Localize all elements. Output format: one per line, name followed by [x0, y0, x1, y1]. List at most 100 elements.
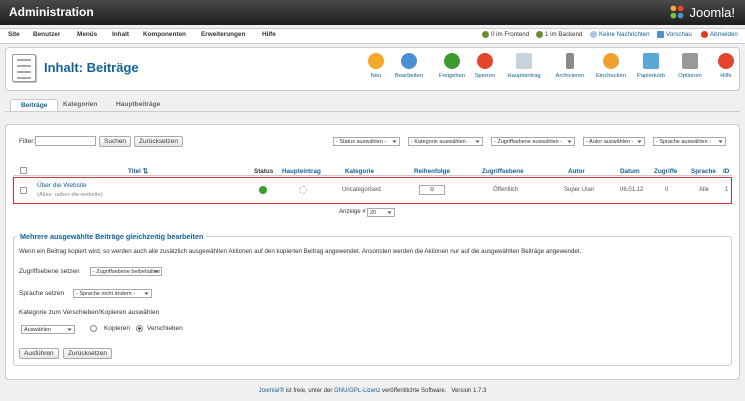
- menu-site[interactable]: Site: [8, 31, 20, 38]
- license-link[interactable]: GNU/GPL-Lizenz: [334, 388, 380, 394]
- category-select[interactable]: - Kategorie auswählen -: [408, 137, 483, 146]
- col-title[interactable]: Titel ⇅: [128, 168, 148, 175]
- filter-label: Filter:: [19, 138, 36, 145]
- batch-submit-button[interactable]: Ausführen: [19, 348, 59, 359]
- col-category[interactable]: Kategorie: [345, 168, 374, 175]
- col-id[interactable]: ID: [723, 168, 729, 175]
- table-header-divider: [13, 175, 732, 176]
- batch-language-label: Sprache setzen: [19, 290, 65, 297]
- article-access: Öffentlich: [493, 187, 519, 193]
- batch-legend: Mehrere ausgewählte Beiträge gleichzeiti…: [17, 232, 207, 241]
- frontend-status: 0 im Frontend: [482, 31, 529, 38]
- users-icon: [536, 31, 543, 38]
- tab-categories[interactable]: Kategorien: [53, 99, 107, 110]
- menu-hilfe[interactable]: Hilfe: [262, 31, 276, 38]
- batch-access-select[interactable]: - Zugriffsebene beibehalten -: [90, 267, 162, 276]
- page-title: Inhalt: Beiträge: [44, 60, 139, 75]
- app-title: Administration: [9, 5, 94, 19]
- copy-radio[interactable]: [90, 325, 97, 332]
- footer-text-2: veröffentlichte Software.: [380, 388, 447, 394]
- batch-reset-button[interactable]: Zurücksetzen: [63, 348, 113, 359]
- pencil-icon: [401, 53, 417, 69]
- move-radio-label: Verschieben: [147, 325, 183, 332]
- filter-input[interactable]: [35, 136, 96, 146]
- col-order[interactable]: Reihenfolge: [414, 168, 450, 175]
- status-select[interactable]: - Status auswählen -: [333, 137, 400, 146]
- logout-icon: [701, 31, 708, 38]
- article-title-link[interactable]: Über die Website: [37, 182, 87, 189]
- preview-link[interactable]: Vorschau: [657, 31, 692, 38]
- batch-description: Wenn ein Beitrag kopiert wird, so werden…: [19, 248, 582, 255]
- tab-featured[interactable]: Hauptbeiträge: [106, 99, 170, 110]
- row-checkbox[interactable]: [20, 187, 27, 194]
- toolbar-unpublish-button[interactable]: Sperren: [466, 53, 504, 79]
- sort-icon: ⇅: [142, 168, 148, 175]
- monitor-icon: [657, 31, 664, 38]
- tab-articles[interactable]: Beiträge: [10, 99, 59, 111]
- mail-icon: [590, 31, 597, 38]
- menu-menues[interactable]: Menüs: [77, 31, 97, 38]
- menu-inhalt[interactable]: Inhalt: [112, 31, 129, 38]
- toolbar-archive-button[interactable]: Archivieren: [551, 53, 589, 79]
- stop-icon: [477, 53, 493, 69]
- joomla-link[interactable]: Joomla!®: [259, 388, 284, 394]
- menu-benutzer[interactable]: Benutzer: [33, 31, 60, 38]
- toolbar-options-button[interactable]: Optionen: [671, 53, 709, 79]
- version-text: Version 1.7.3: [451, 388, 487, 394]
- toolbar-trash-button[interactable]: Papierkorb: [632, 53, 670, 79]
- joomla-logo[interactable]: Joomla!: [668, 3, 735, 21]
- messages-link[interactable]: Keine Nachrichten: [590, 31, 650, 38]
- batch-category-label: Kategorie zum Verschieben/Kopieren auswä…: [19, 309, 160, 316]
- search-button[interactable]: Suchen: [99, 136, 132, 147]
- filter-reset-button[interactable]: Zurücksetzen: [134, 136, 184, 147]
- col-status[interactable]: Status: [254, 168, 273, 175]
- select-all-checkbox[interactable]: [20, 167, 27, 174]
- options-icon: [682, 53, 698, 69]
- col-hits[interactable]: Zugriffe: [654, 168, 677, 175]
- batch-language-select[interactable]: - Sprache nicht ändern -: [73, 289, 152, 298]
- article-icon: [12, 54, 36, 82]
- col-access[interactable]: Zugriffsebene: [482, 168, 524, 175]
- author-select[interactable]: - Autor auswählen -: [583, 137, 645, 146]
- article-alias: (Alias: ueber-die-website): [37, 192, 103, 198]
- col-language[interactable]: Sprache: [691, 168, 716, 175]
- menu-erweiterungen[interactable]: Erweiterungen: [201, 31, 245, 38]
- logout-link[interactable]: Abmelden: [701, 31, 738, 38]
- toolbar-edit-button[interactable]: Bearbeiten: [390, 53, 428, 79]
- batch-category-select[interactable]: Auswählen: [21, 325, 75, 334]
- toolbar-featured-button[interactable]: Haupteintrag: [505, 53, 543, 79]
- article-language: Alle: [699, 187, 710, 193]
- language-select[interactable]: - Sprache auswählen -: [653, 137, 726, 146]
- copy-radio-label: Kopieren: [104, 325, 131, 332]
- col-date[interactable]: Datum: [620, 168, 640, 175]
- move-radio[interactable]: [136, 325, 143, 332]
- not-featured-icon[interactable]: [299, 186, 307, 194]
- article-date: 06.01.12: [620, 187, 644, 193]
- footer: Joomla!® ist freie, unter der GNU/GPL-Li…: [0, 388, 745, 394]
- checkmark-icon: [603, 53, 619, 69]
- help-icon: [718, 53, 734, 69]
- plus-icon: [368, 53, 384, 69]
- article-id: 1: [725, 187, 729, 193]
- toolbar-help-button[interactable]: Hilfe: [707, 53, 745, 79]
- users-icon: [482, 31, 489, 38]
- batch-fieldset: [13, 236, 732, 366]
- col-featured[interactable]: Haupteintrag: [282, 168, 321, 175]
- col-author[interactable]: Autor: [568, 168, 585, 175]
- access-select[interactable]: - Zugriffsebene auswählen -: [491, 137, 575, 146]
- display-label: Anzeige #: [339, 209, 366, 215]
- toolbar-checkin-button[interactable]: Einchecken: [592, 53, 630, 79]
- archive-icon: [566, 53, 574, 69]
- backend-status: 1 im Backend: [536, 31, 583, 38]
- batch-access-label: Zugriffsebene setzen: [19, 268, 80, 275]
- article-hits: 0: [665, 187, 669, 193]
- display-limit-select[interactable]: 20: [367, 208, 395, 217]
- tab-divider: [5, 111, 740, 112]
- footer-text-1: ist freie, unter der: [284, 388, 335, 394]
- order-input[interactable]: [419, 185, 445, 195]
- menu-komponenten[interactable]: Komponenten: [143, 31, 186, 38]
- published-check-icon[interactable]: [259, 186, 267, 194]
- featured-icon: [516, 53, 532, 69]
- joomla-logo-text: Joomla!: [689, 4, 735, 20]
- trash-icon: [643, 53, 659, 69]
